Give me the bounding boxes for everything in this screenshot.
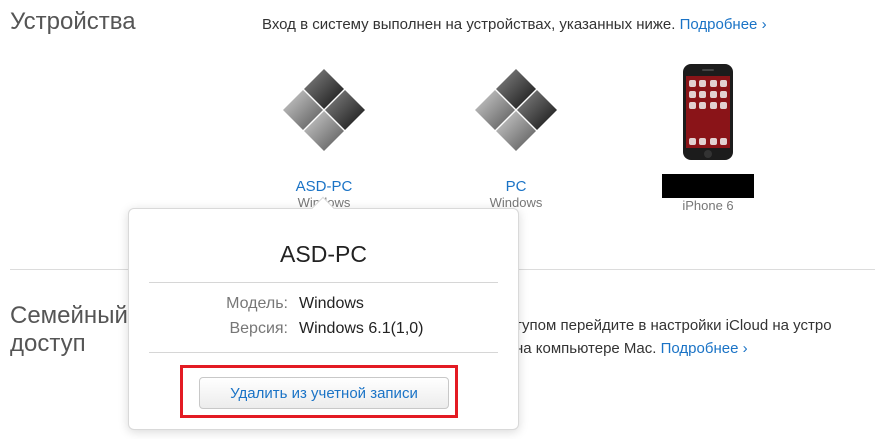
version-value: Windows 6.1(1,0) <box>299 320 424 337</box>
family-more-link[interactable]: Подробнее › <box>661 340 748 357</box>
family-description-text: на компьютере Mac. <box>515 340 657 357</box>
device-os: iPhone 6 <box>682 198 734 213</box>
windows-icon <box>446 62 586 162</box>
devices-more-link[interactable]: Подробнее › <box>680 16 767 33</box>
popover-divider <box>149 352 498 353</box>
devices-description-text: Вход в систему выполнен на устройствах, … <box>262 16 676 33</box>
device-name-redacted <box>638 174 778 198</box>
model-label: Модель: <box>226 295 288 312</box>
device-pc[interactable]: PC Windows <box>446 62 586 210</box>
iphone-icon <box>638 62 778 162</box>
device-name[interactable]: PC <box>446 178 586 195</box>
devices-section-title: Устройства <box>10 8 136 35</box>
popover-title: ASD-PC <box>280 241 367 267</box>
redaction-bar <box>662 174 754 198</box>
devices-description: Вход в систему выполнен на устройствах, … <box>262 16 767 33</box>
device-iphone[interactable]: iPhone 6 <box>638 62 778 213</box>
version-label: Версия: <box>229 320 288 337</box>
device-name[interactable]: ASD-PC <box>254 178 394 195</box>
family-description-line2: на компьютере Mac. Подробнее › <box>515 340 748 357</box>
family-description-line1: тупом перейдите в настройки iCloud на ус… <box>515 317 832 334</box>
highlight-box <box>180 365 458 418</box>
family-section-title: Семейный доступ <box>10 302 128 357</box>
device-asd-pc[interactable]: ASD-PC Windows <box>254 62 394 210</box>
model-value: Windows <box>299 295 364 312</box>
popover-divider <box>149 282 498 283</box>
windows-icon <box>254 62 394 162</box>
